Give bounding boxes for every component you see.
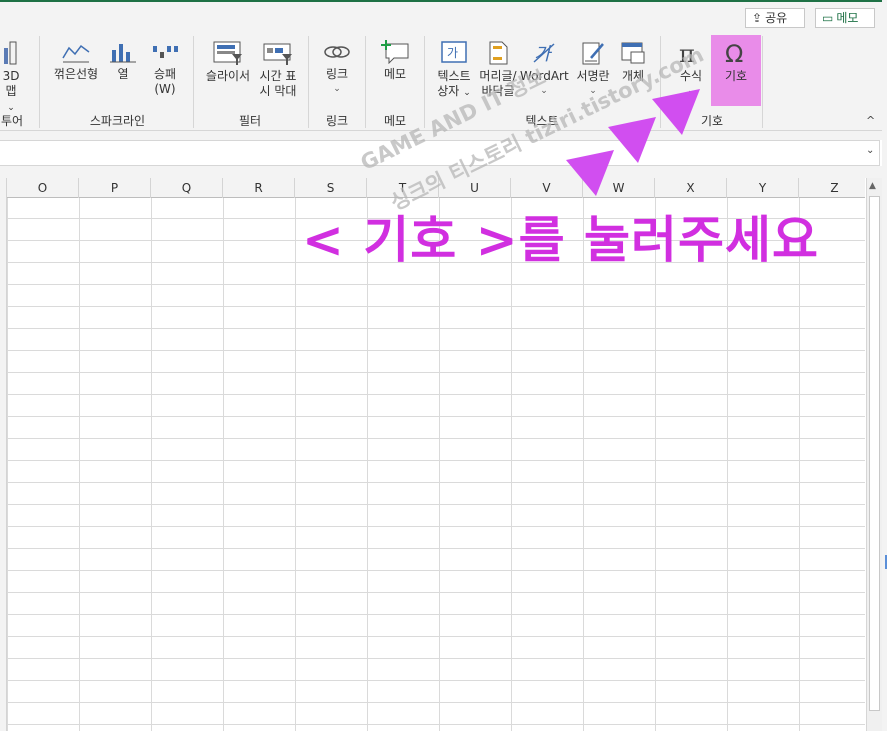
pointer-arrows	[566, 89, 700, 196]
arrow-icon	[652, 89, 700, 135]
arrow-icon	[566, 150, 614, 196]
arrow-icon	[608, 117, 656, 163]
instruction-text: < 기호 >를 눌러주세요	[302, 211, 820, 269]
